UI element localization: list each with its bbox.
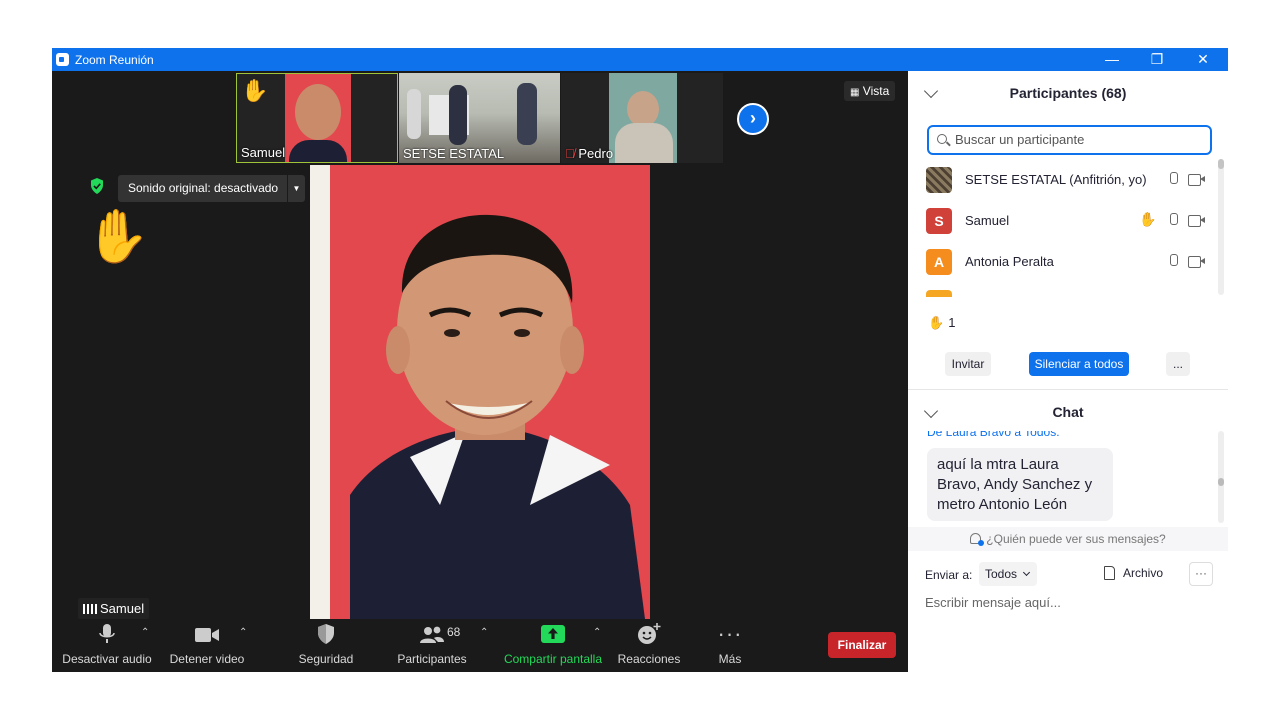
- active-speaker-label: Samuel: [78, 598, 150, 619]
- video-area: ✋ Samuel SETSE ESTATAL 🎙̸ Pedro › ▦ Vist…: [52, 71, 908, 672]
- participant-row[interactable]: [908, 282, 1218, 297]
- thumbnail-name: Samuel: [241, 145, 286, 160]
- share-screen-icon: [541, 625, 565, 643]
- security-button[interactable]: Seguridad: [292, 619, 360, 672]
- end-meeting-button[interactable]: Finalizar: [828, 632, 896, 658]
- close-button[interactable]: ✕: [1180, 48, 1226, 71]
- restore-button[interactable]: ❐: [1134, 48, 1180, 71]
- signal-icon: [83, 604, 97, 614]
- participants-more-button[interactable]: ...: [1166, 352, 1190, 376]
- participants-scrollbar[interactable]: [1218, 159, 1224, 295]
- raised-hands-count: ✋ 1: [928, 315, 956, 330]
- participant-row[interactable]: SETSE ESTATAL (Anfitrión, yo): [908, 159, 1218, 200]
- side-panel: Participantes (68) Buscar un participant…: [908, 71, 1228, 672]
- grid-icon: ▦: [850, 87, 860, 98]
- invite-button[interactable]: Invitar: [945, 352, 991, 376]
- zoom-logo-icon: [56, 53, 69, 66]
- thumbnail-video: [285, 74, 351, 162]
- raised-hand-icon: ✋: [85, 208, 150, 266]
- raised-hand-icon: ✋: [241, 78, 269, 103]
- participants-count: 68: [447, 625, 461, 639]
- thumbnail-name: 🎙̸ Pedro: [565, 146, 614, 161]
- next-page-button[interactable]: ›: [737, 103, 769, 135]
- muted-mic-icon: 🎙̸: [565, 146, 575, 161]
- video-camera-icon: [195, 628, 219, 642]
- thumbnail-video: [609, 73, 677, 163]
- video-options-caret[interactable]: ⌃: [239, 627, 247, 638]
- file-button[interactable]: Archivo: [1104, 566, 1163, 580]
- participants-options-caret[interactable]: ⌃: [480, 627, 488, 638]
- original-sound-button[interactable]: Sonido original: desactivado ▼: [118, 175, 305, 202]
- chevron-down-icon: [1022, 568, 1031, 577]
- audio-options-caret[interactable]: ⌃: [141, 627, 149, 638]
- chat-message: aquí la mtra Laura Bravo, Andy Sanchez y…: [927, 448, 1113, 521]
- mute-all-button[interactable]: Silenciar a todos: [1029, 352, 1129, 376]
- mute-button[interactable]: Desactivar audio: [60, 619, 154, 672]
- zoom-window: Zoom Reunión — ❐ ✕ ✋ Samuel SETSE ESTATA…: [52, 48, 1228, 672]
- encryption-shield-icon[interactable]: [89, 177, 105, 195]
- avatar: [926, 167, 952, 193]
- meeting-toolbar: Desactivar audio ⌃ Detener video ⌃ Segur…: [52, 619, 908, 672]
- share-options-caret[interactable]: ⌃: [593, 627, 601, 638]
- microphone-icon[interactable]: [1169, 213, 1178, 227]
- send-to-label: Enviar a:: [925, 568, 973, 582]
- participants-button[interactable]: 68 Participantes: [392, 619, 472, 672]
- thumbnail-samuel[interactable]: ✋ Samuel: [236, 73, 398, 163]
- panel-divider: [908, 389, 1228, 390]
- who-can-see-messages[interactable]: ¿Quién puede ver sus mensajes?: [908, 527, 1228, 551]
- reactions-icon: [638, 623, 661, 644]
- raised-hand-icon: ✋: [928, 315, 945, 330]
- participant-search-input[interactable]: Buscar un participante: [927, 125, 1212, 155]
- search-icon: [937, 134, 947, 144]
- original-sound-dropdown[interactable]: ▼: [287, 175, 305, 202]
- message-sender: De Laura Bravo a Todos:: [927, 431, 1060, 439]
- participants-title: Participantes (68): [1009, 85, 1127, 101]
- send-to-dropdown[interactable]: Todos: [979, 562, 1037, 586]
- participant-row[interactable]: S Samuel ✋: [908, 200, 1218, 241]
- thumbnail-name: SETSE ESTATAL: [403, 146, 505, 161]
- window-title: Zoom Reunión: [75, 53, 154, 67]
- share-screen-button[interactable]: Compartir pantalla: [500, 619, 606, 672]
- avatar: S: [926, 208, 952, 234]
- shield-icon: [318, 624, 334, 644]
- active-speaker-video: [310, 165, 650, 619]
- minimize-button[interactable]: —: [1089, 48, 1135, 71]
- thumbnail-setse-estatal[interactable]: SETSE ESTATAL: [399, 73, 560, 163]
- microphone-icon[interactable]: [1169, 172, 1178, 186]
- person-icon: [970, 533, 985, 546]
- file-icon: [1104, 566, 1115, 580]
- chat-scrollbar[interactable]: [1218, 431, 1224, 523]
- chat-title: Chat: [1052, 404, 1084, 420]
- video-camera-icon[interactable]: [1188, 256, 1205, 268]
- avatar: [926, 290, 952, 297]
- participant-list: SETSE ESTATAL (Anfitrión, yo) S Samuel ✋…: [908, 159, 1218, 297]
- participants-icon: [420, 626, 444, 643]
- more-button[interactable]: ··· Más: [708, 619, 752, 672]
- raised-hand-icon: ✋: [1139, 211, 1157, 227]
- ellipsis-icon: ···: [717, 621, 743, 646]
- title-bar: Zoom Reunión — ❐ ✕: [52, 48, 1228, 71]
- avatar: A: [926, 249, 952, 275]
- participant-row[interactable]: A Antonia Peralta: [908, 241, 1218, 282]
- thumbnail-pedro[interactable]: 🎙̸ Pedro: [561, 73, 723, 163]
- view-button[interactable]: ▦ Vista: [844, 81, 896, 101]
- microphone-icon: [99, 624, 115, 643]
- video-camera-icon[interactable]: [1188, 174, 1205, 186]
- chat-message-input[interactable]: [925, 595, 1205, 610]
- reactions-button[interactable]: Reacciones: [616, 619, 682, 672]
- microphone-icon[interactable]: [1169, 254, 1178, 268]
- video-camera-icon[interactable]: [1188, 215, 1205, 227]
- chat-more-button[interactable]: ···: [1189, 562, 1213, 586]
